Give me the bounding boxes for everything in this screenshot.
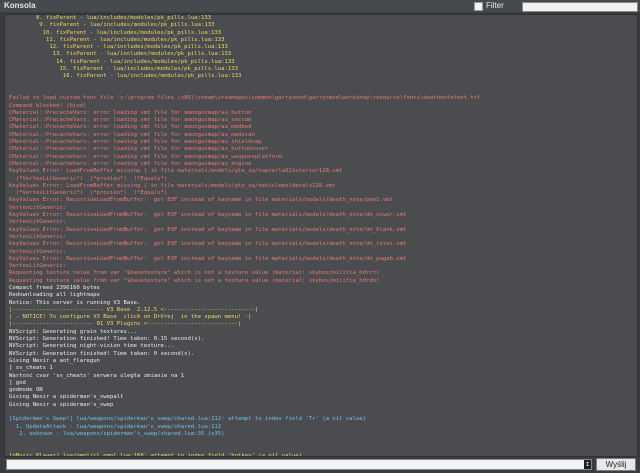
console-line: 8. fixParent - lua/includes/modules/pk_p… [9,15,212,21]
console-line: | - NOTICE! To configure V3 Base click o… [9,314,252,321]
console-line: Wartość cvar 'sv_cheats' serwera uległa … [9,372,185,379]
console-line: 13. fixParent - lua/includes/modules/pk_… [9,51,232,58]
console-line: KeyValues Error: RecursiveLoadFromBuffer… [9,255,407,262]
console-line: NVScript: Generation finished! Time take… [9,336,205,343]
console-line: CMaterial::PrecacheVars: error loading v… [9,146,269,153]
console-line: 10. fixParent - lua/includes/modules/pk_… [9,29,222,36]
console-line: [Spiderman's Swep!] lua/weapons/spiderma… [9,416,366,423]
console-line: Requesting texture value from var "$base… [9,270,380,277]
window-title: Konsola [4,1,36,10]
console-line: CMaterial::PrecacheVars: error loading v… [9,139,262,146]
console-line: ] god [9,379,26,386]
console-line: CMaterial::PrecacheVars: error loading v… [9,131,255,138]
filter-toggle[interactable]: Filter [474,0,504,12]
console-titlebar: Konsola Filter [0,0,640,12]
console-line: Compact freed 2396160 bytes [9,284,100,291]
console-line: 15. fixParent - lua/includes/modules/pk_… [9,66,239,73]
console-line: NVScript: Generation finished! Time take… [9,350,195,357]
console-line: |--------------------------- V3 Base 2.1… [9,306,259,313]
console-line: KeyValues Error: RecursiveLoadFromBuffer… [9,241,407,248]
console-line: ] sv_cheats 1 [9,365,53,372]
console-line: 1. UpdateAttack - lua/weapons/spiderman'… [9,423,222,430]
console-line: 16. fixParent - lua/includes/modules/pk_… [9,73,242,80]
filter-label: Filter [486,1,504,10]
console-line: VertexLitGeneric: [9,248,67,255]
console-line: KeyValues Error: RecursiveLoadFromBuffer… [9,197,393,204]
resize-grip-icon[interactable]: ⋰ [630,465,638,471]
console-line: KeyValues Error: RecursiveLoadFromBuffer… [9,212,407,219]
console-line: 2. unknown - lua/weapons/spiderman's_swe… [9,430,225,437]
console-line: 9. fixParent - lua/includes/modules/pk_p… [9,22,215,29]
console-line: KeyValues Error: RecursiveLoadFromBuffer… [9,226,407,233]
console-line: KeyValues Error: LoadFromBuffer missing … [9,168,343,175]
command-input[interactable] [6,459,592,470]
console-line: CMaterial::PrecacheVars: error loading v… [9,153,282,160]
filter-input[interactable] [522,2,638,12]
console-line: KeyValues Error: LoadFromBuffer missing … [9,182,336,189]
console-output[interactable]: 8. fixParent - lua/includes/modules/pk_p… [4,14,638,457]
console-line: Command blocked! (bind) [9,102,87,109]
console-line: VertexLitGeneric: [9,204,67,211]
console-line: (*VertexLitGeneric*) (*proxies*) (*Equal… [9,175,168,182]
console-line: godmode ON [9,387,43,394]
console-line: Notice: This server is running V3 Base. [9,299,141,306]
console-line: Giving Nexir a spiderman's_swep [9,401,114,408]
console-line: VertexLitGeneric: [9,263,67,270]
console-line: CMaterial::PrecacheVars: error loading v… [9,160,252,167]
console-line: NVScript: Generating night-vision time t… [9,343,175,350]
console-line: |------------------------ 01 V3 Plugins … [9,321,242,328]
console-line: Giving Nexir a spiderman's_swepalt [9,394,124,401]
console-line: CMaterial::PrecacheVars: error loading v… [9,109,252,116]
console-line: NVScript: Generating grain textures... [9,328,137,335]
console-line: 11. fixParent - lua/includes/modules/pk_… [9,36,225,43]
console-line: Redownloading all lightmaps [9,292,100,299]
text-cursor-icon: ⌶ [584,460,591,469]
console-line: CMaterial::PrecacheVars: error loading v… [9,124,252,131]
console-line: (*VertexLitGeneric*) (*proxies*) (*Equal… [9,190,168,197]
console-line: 12. fixParent - lua/includes/modules/pk_… [9,44,228,51]
console-line: Failed to load custom font file 'c:\prog… [9,95,484,102]
filter-checkbox[interactable] [474,1,483,11]
console-input-bar: ⌶ Wyślij [0,457,640,473]
console-lines: 8. fixParent - lua/includes/modules/pk_p… [9,15,637,456]
console-line: CMaterial::PrecacheVars: error loading v… [9,117,252,124]
console-line: Giving Nexir a aot_flaregun [9,357,100,364]
console-line: Requesting texture value from var "$base… [9,277,380,284]
console-line: VertexLitGeneric: [9,219,67,226]
console-line: VertexLitGeneric: [9,233,67,240]
console-line: 14. fixParent - lua/includes/modules/pk_… [9,58,235,65]
